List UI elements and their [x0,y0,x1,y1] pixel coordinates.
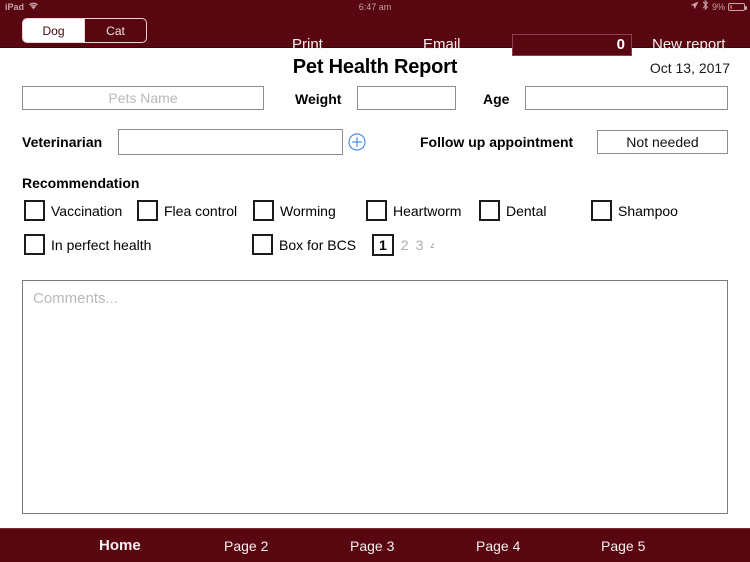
status-bar: iPad 6:47 am 9% [0,0,750,14]
checkbox-vaccination[interactable]: Vaccination [24,200,122,221]
nav-item-page-3[interactable]: Page 3 [350,529,394,562]
circle-plus-icon[interactable] [348,133,366,151]
checkbox-label: Box for BCS [279,236,357,253]
checkbox-label: Vaccination [51,202,123,219]
battery-percent-label: 9% [711,2,725,12]
recommendation-heading: Recommendation [22,175,140,191]
checkbox-label: Heartworm [393,202,462,219]
checkbox-flea-control[interactable]: Flea control [137,200,237,221]
checkbox-label: In perfect health [51,236,152,253]
top-toolbar: Dog Cat Print Email 0 New report [0,14,750,56]
checkbox-shampoo[interactable]: Shampoo [591,200,678,221]
comments-textarea[interactable]: Comments... [22,280,728,514]
bcs-option-1[interactable]: 1 [372,234,394,256]
comments-placeholder: Comments... [33,290,119,307]
report-counter-field[interactable]: 0 [512,34,632,56]
veterinarian-label: Veterinarian [22,134,103,150]
bluetooth-icon [702,0,709,14]
follow-up-value[interactable]: Not needed [597,130,728,154]
segment-cat[interactable]: Cat [84,19,146,42]
nav-item-page-5[interactable]: Page 5 [601,529,645,562]
checkbox-box [253,200,274,221]
location-arrow-icon [690,0,699,14]
checkbox-box-for-bcs[interactable]: Box for BCS [252,234,356,255]
checkbox-box [137,200,158,221]
app-root: iPad 6:47 am 9% Dog Cat Print Email 0 Ne… [0,0,750,562]
age-label: Age [483,91,510,107]
battery-icon [728,3,747,11]
bcs-option-3[interactable]: 3 [416,237,424,253]
checkbox-dental[interactable]: Dental [479,200,546,221]
weight-input[interactable] [357,86,456,110]
bcs-score-picker[interactable]: 1234 [372,233,434,257]
species-segmented-control[interactable]: Dog Cat [22,18,147,43]
follow-up-label: Follow up appointment [420,134,574,150]
segment-dog[interactable]: Dog [23,19,84,42]
checkbox-worming[interactable]: Worming [253,200,336,221]
age-input[interactable] [525,86,728,110]
checkbox-in-perfect-health[interactable]: In perfect health [24,234,151,255]
checkbox-box [252,234,273,255]
pet-name-placeholder: Pets Name [108,90,178,106]
nav-item-page-2[interactable]: Page 2 [224,529,268,562]
veterinarian-input[interactable] [118,129,343,155]
bottom-navigation-bar: Home Page 2 Page 3 Page 4 Page 5 [0,528,750,562]
nav-item-home[interactable]: Home [99,529,141,562]
report-date: Oct 13, 2017 [649,60,730,76]
checkbox-box [24,234,45,255]
checkbox-label: Flea control [164,202,238,219]
checkbox-label: Dental [506,202,547,219]
checkbox-heartworm[interactable]: Heartworm [366,200,461,221]
checkbox-label: Shampoo [618,202,678,219]
checkbox-box [366,200,387,221]
pet-name-input[interactable]: Pets Name [22,86,264,110]
checkbox-box [479,200,500,221]
nav-item-page-4[interactable]: Page 4 [476,529,520,562]
checkbox-box [24,200,45,221]
weight-label: Weight [295,91,342,107]
status-bar-clock: 6:47 am [358,2,392,12]
checkbox-label: Worming [280,202,336,219]
status-bar-right: 9% [690,0,747,14]
checkbox-box [591,200,612,221]
bcs-option-4[interactable]: 4 [430,237,434,253]
page-title: Pet Health Report [292,56,458,78]
bcs-option-2[interactable]: 2 [401,237,409,253]
